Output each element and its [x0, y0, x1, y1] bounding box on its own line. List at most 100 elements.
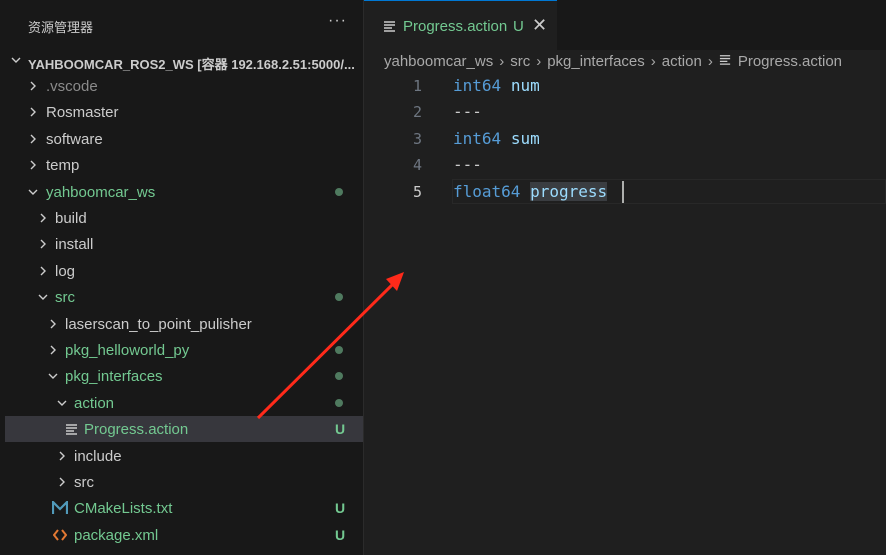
- type-token: int64: [453, 129, 502, 148]
- tree-item-label: src: [55, 289, 75, 306]
- chevron-right-icon: [46, 337, 60, 363]
- type-token: int64: [453, 76, 502, 95]
- explorer-header: 资源管理器 ···: [0, 0, 363, 50]
- explorer-sidebar: 资源管理器 ··· YAHBOOMCAR_ROS2_WS [容器 192.168…: [0, 0, 363, 555]
- field-token: sum: [510, 129, 540, 148]
- tree-item-label: software: [46, 131, 103, 148]
- breadcrumb-item[interactable]: pkg_interfaces: [547, 53, 645, 70]
- tree-item-label: log: [55, 263, 76, 280]
- chevron-right-icon: [26, 73, 40, 99]
- chevron-right-icon: [36, 231, 50, 257]
- text-cursor: [622, 181, 624, 203]
- tree-item-src[interactable]: src: [0, 284, 363, 310]
- field-token-highlighted: progress: [530, 182, 608, 201]
- field-token: num: [510, 76, 540, 95]
- chevron-right-icon: [46, 311, 60, 337]
- tree-item-pkg-helloworld-py[interactable]: pkg_helloworld_py: [0, 337, 363, 363]
- chevron-down-icon: [46, 363, 60, 389]
- close-icon[interactable]: ✕: [532, 15, 547, 36]
- tree-item-label: YAHBOOMCAR_ROS2_WS [容器 192.168.2.51:5000…: [28, 57, 355, 72]
- code-line-2[interactable]: ---: [453, 102, 482, 121]
- code-line-3[interactable]: int64 sum: [453, 129, 540, 148]
- chevron-down-icon: [9, 47, 23, 73]
- code-editor[interactable]: 1 int64 num 2 --- 3 int64 sum 4 --- 5 fl…: [364, 73, 886, 555]
- tree-item-rosmaster[interactable]: Rosmaster: [0, 99, 363, 125]
- tree-item-label: pkg_interfaces: [65, 368, 163, 385]
- breadcrumb-item[interactable]: yahboomcar_ws: [384, 53, 493, 70]
- chevron-right-icon: [26, 152, 40, 178]
- tree-item-src-nested[interactable]: src: [0, 469, 363, 495]
- tree-item-label: .vscode: [46, 78, 98, 95]
- line-number: 2: [412, 103, 422, 121]
- untracked-badge: U: [335, 527, 346, 543]
- modified-dot-icon: [335, 399, 343, 407]
- line-number: 4: [412, 156, 422, 174]
- chevron-right-icon: ›: [707, 52, 713, 70]
- tab-label: Progress.action: [403, 18, 508, 35]
- xml-file-icon: [52, 528, 68, 542]
- cmake-file-icon: [51, 499, 69, 515]
- tree-item-progress-action[interactable]: Progress.action U: [5, 416, 363, 442]
- tree-item-pkg-interfaces[interactable]: pkg_interfaces: [0, 363, 363, 389]
- chevron-down-icon: [36, 284, 50, 310]
- tree-item-label: action: [74, 395, 115, 412]
- tree-item-label: laserscan_to_point_pulisher: [65, 316, 252, 333]
- text-file-icon: [383, 19, 397, 38]
- ellipsis-icon[interactable]: ···: [328, 12, 347, 30]
- tree-item-yahboomcar-ws[interactable]: yahboomcar_ws: [0, 179, 363, 205]
- text-file-icon: [65, 422, 79, 436]
- chevron-right-icon: [26, 99, 40, 125]
- tree-item-label: build: [55, 210, 87, 227]
- modified-dot-icon: [335, 188, 343, 196]
- line-number: 3: [412, 130, 422, 148]
- modified-dot-icon: [335, 346, 343, 354]
- chevron-down-icon: [26, 179, 40, 205]
- tree-item-software[interactable]: software: [0, 126, 363, 152]
- chevron-down-icon: [55, 390, 69, 416]
- chevron-right-icon: ›: [650, 52, 656, 70]
- untracked-badge: U: [335, 421, 346, 437]
- tree-item-laserscan[interactable]: laserscan_to_point_pulisher: [0, 311, 363, 337]
- line-number-current: 5: [412, 183, 422, 201]
- tree-item-label: temp: [46, 157, 80, 174]
- tree-item-label: Progress.action: [84, 421, 189, 438]
- tree-item-label: install: [55, 236, 94, 253]
- breadcrumb: yahboomcar_ws › src › pkg_interfaces › action ›…: [384, 52, 842, 72]
- chevron-right-icon: [26, 126, 40, 152]
- tree-item-label: src: [74, 474, 94, 491]
- tree-item-install[interactable]: install: [0, 231, 363, 257]
- code-line-4[interactable]: ---: [453, 155, 482, 174]
- breadcrumb-item[interactable]: action: [662, 53, 702, 70]
- tree-item-build[interactable]: build: [0, 205, 363, 231]
- line-number: 1: [412, 77, 422, 95]
- tree-item-action[interactable]: action: [0, 390, 363, 416]
- tree-item-vscode[interactable]: .vscode: [0, 73, 363, 99]
- modified-dot-icon: [335, 372, 343, 380]
- tree-item-label: Rosmaster: [46, 104, 119, 121]
- tree-item-temp[interactable]: temp: [0, 152, 363, 178]
- chevron-right-icon: ›: [499, 52, 505, 70]
- untracked-badge: U: [335, 500, 346, 516]
- tree-item-label: include: [74, 448, 122, 465]
- chevron-right-icon: [55, 469, 69, 495]
- text-file-icon: [719, 53, 732, 70]
- chevron-right-icon: [55, 443, 69, 469]
- tree-item-include[interactable]: include: [0, 443, 363, 469]
- editor-tab-bar: Progress.action U ✕: [364, 0, 886, 50]
- tab-progress-action[interactable]: Progress.action U ✕: [364, 0, 557, 50]
- tree-item-log[interactable]: log: [0, 258, 363, 284]
- chevron-right-icon: [36, 205, 50, 231]
- chevron-right-icon: [36, 258, 50, 284]
- chevron-right-icon: ›: [536, 52, 542, 70]
- code-line-5[interactable]: float64 progress: [453, 182, 608, 201]
- workspace-root-folder[interactable]: YAHBOOMCAR_ROS2_WS [容器 192.168.2.51:5000…: [0, 47, 363, 73]
- explorer-title: 资源管理器: [28, 20, 94, 35]
- tree-item-package-xml[interactable]: package.xml U: [0, 522, 363, 548]
- breadcrumb-item[interactable]: Progress.action: [738, 53, 842, 70]
- breadcrumb-item[interactable]: src: [510, 53, 530, 70]
- type-token: float64: [453, 182, 521, 201]
- untracked-badge: U: [513, 18, 524, 35]
- tree-item-cmakelists[interactable]: CMakeLists.txt U: [0, 495, 363, 521]
- tree-item-label: CMakeLists.txt: [74, 500, 173, 517]
- code-line-1[interactable]: int64 num: [453, 76, 540, 95]
